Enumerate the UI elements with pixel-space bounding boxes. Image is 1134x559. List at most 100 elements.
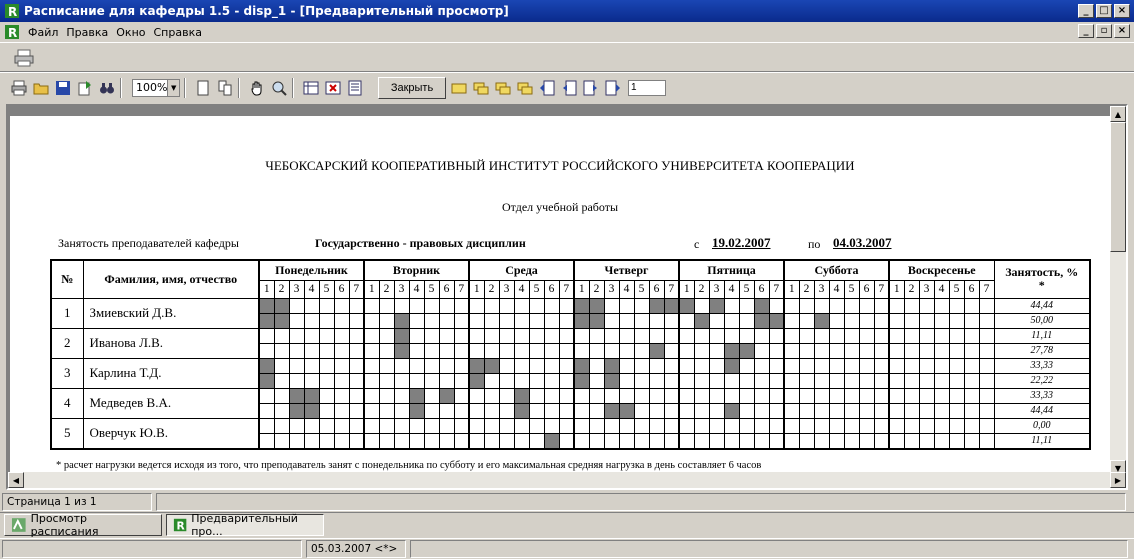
zoom-in-icon[interactable] (270, 79, 288, 97)
free-slot (843, 357, 860, 374)
free-slot (318, 387, 335, 404)
menu-edit[interactable]: Правка (66, 26, 108, 39)
mdi-minimize-button[interactable]: _ (1078, 24, 1094, 38)
free-slot (963, 327, 980, 344)
free-slot (603, 342, 620, 359)
envelopes-icon[interactable] (494, 79, 512, 97)
next-page-icon[interactable] (582, 79, 600, 97)
busy-slot (708, 297, 725, 314)
bottom-pane (410, 540, 1128, 558)
free-slot (363, 387, 380, 404)
free-slot (708, 357, 725, 374)
envelopes-icon[interactable] (472, 79, 490, 97)
multi-page-icon[interactable] (216, 79, 234, 97)
free-slot (753, 342, 770, 359)
free-slot (948, 327, 965, 344)
free-slot (933, 342, 950, 359)
free-slot (318, 342, 335, 359)
busy-slot (543, 432, 560, 449)
maximize-button[interactable]: □ (1096, 4, 1112, 18)
workload-percent: 33,33 (993, 387, 1091, 404)
free-slot (543, 312, 560, 329)
hand-tool-icon[interactable] (248, 79, 266, 97)
free-slot (768, 417, 785, 434)
free-slot (363, 402, 380, 419)
open-folder-icon[interactable] (32, 79, 50, 97)
close-window-button[interactable]: × (1114, 4, 1130, 18)
workload-label: Занятость преподавателей кафедры (58, 236, 239, 250)
free-slot (918, 297, 935, 314)
vertical-scrollbar[interactable]: ▲ ▼ (1110, 106, 1126, 476)
delete-page-icon[interactable] (324, 79, 342, 97)
free-slot (528, 402, 545, 419)
free-slot (303, 372, 320, 389)
minimize-button[interactable]: _ (1078, 4, 1094, 18)
period-number: 7 (453, 279, 470, 299)
free-slot (498, 402, 515, 419)
free-slot (828, 357, 845, 374)
busy-slot (483, 357, 500, 374)
free-slot (753, 402, 770, 419)
free-slot (333, 342, 350, 359)
busy-slot (573, 357, 590, 374)
page-setup-icon[interactable] (302, 79, 320, 97)
menu-help[interactable]: Справка (154, 26, 202, 39)
mdi-restore-button[interactable]: ▫ (1096, 24, 1112, 38)
prev-page-icon[interactable] (560, 79, 578, 97)
busy-slot (603, 372, 620, 389)
free-slot (678, 372, 695, 389)
free-slot (633, 432, 650, 449)
zoom-select[interactable]: 100% ▼ (132, 78, 180, 97)
mdi-close-button[interactable]: × (1114, 24, 1130, 38)
schedule-icon (11, 517, 26, 532)
menu-file[interactable]: Файл (28, 26, 58, 39)
envelope-icon[interactable] (450, 79, 468, 97)
to-label: по (808, 237, 821, 251)
horizontal-scrollbar[interactable]: ◀ ▶ (8, 472, 1126, 488)
footnote: * расчет нагрузки ведется исходя из того… (56, 460, 762, 471)
free-slot (588, 357, 605, 374)
free-slot (978, 402, 995, 419)
free-slot (468, 312, 485, 329)
free-slot (873, 297, 890, 314)
save-icon[interactable] (54, 79, 72, 97)
scroll-right-icon[interactable]: ▶ (1110, 472, 1126, 488)
document-icon[interactable]: R (4, 24, 20, 40)
find-binoculars-icon[interactable] (98, 79, 116, 97)
first-page-icon[interactable] (538, 79, 556, 97)
scroll-up-icon[interactable]: ▲ (1110, 106, 1126, 122)
free-slot (618, 417, 635, 434)
export-icon[interactable] (76, 79, 94, 97)
free-slot (423, 372, 440, 389)
chevron-down-icon[interactable]: ▼ (167, 79, 179, 96)
free-slot (453, 357, 470, 374)
free-slot (618, 297, 635, 314)
free-slot (963, 432, 980, 449)
free-slot (423, 432, 440, 449)
free-slot (873, 402, 890, 419)
free-slot (978, 297, 995, 314)
free-slot (918, 357, 935, 374)
last-page-icon[interactable] (604, 79, 622, 97)
window-title-bar: R Расписание для кафедры 1.5 - disp_1 - … (0, 0, 1134, 22)
tab-preview[interactable]: R Предварительный про... (166, 512, 324, 538)
single-page-icon[interactable] (194, 79, 212, 97)
print-icon[interactable] (10, 79, 28, 97)
free-slot (528, 297, 545, 314)
free-slot (408, 417, 425, 434)
free-slot (798, 357, 815, 374)
scroll-left-icon[interactable]: ◀ (8, 472, 24, 488)
scroll-thumb[interactable] (1110, 122, 1126, 252)
busy-slot (258, 297, 275, 314)
report-settings-icon[interactable] (346, 79, 364, 97)
preview-viewport[interactable]: ЧЕБОКСАРСКИЙ КООПЕРАТИВНЫЙ ИНСТИТУТ РОСС… (6, 104, 1128, 490)
close-preview-button[interactable]: Закрыть (378, 76, 446, 99)
page-number-input[interactable] (628, 79, 666, 96)
toolbar-separator (238, 77, 240, 98)
free-slot (543, 372, 560, 389)
free-slot (483, 372, 500, 389)
printer-icon[interactable] (14, 49, 34, 67)
envelopes-icon[interactable] (516, 79, 534, 97)
tab-schedule-view[interactable]: Просмотр расписания (4, 512, 162, 538)
menu-window[interactable]: Окно (116, 26, 145, 39)
